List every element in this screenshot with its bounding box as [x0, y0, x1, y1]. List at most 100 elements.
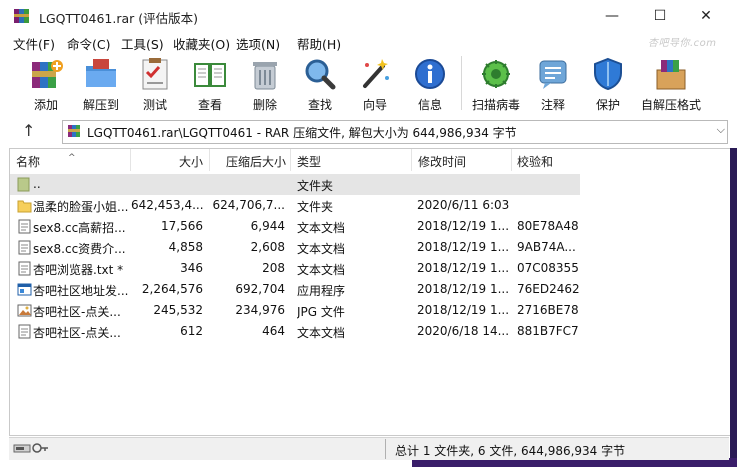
rar-archive-icon — [68, 125, 80, 137]
address-bar: ↑ LGQTT0461.rar\LGQTT0461 - RAR 压缩文件, 解包… — [0, 117, 737, 145]
maximize-button[interactable]: ☐ — [637, 0, 683, 32]
delete-button[interactable]: 删除 — [241, 54, 289, 114]
extract-to-label: 解压到 — [82, 98, 119, 112]
file-size: 612 — [180, 324, 203, 338]
table-row[interactable]: .. 文件夹 — [10, 174, 580, 195]
column-size-label: 大小 — [178, 155, 203, 169]
file-size: 2,264,576 — [141, 282, 203, 296]
add-button[interactable]: 添加 — [22, 54, 70, 114]
info-button[interactable]: 信息 — [406, 54, 454, 114]
file-modified: 2018/12/19 1... — [417, 219, 510, 233]
comment-button[interactable]: 注释 — [529, 54, 577, 114]
file-type: 文件夹 — [297, 200, 334, 214]
file-type: JPG 文件 — [297, 305, 345, 319]
file-type: 文本文档 — [297, 242, 346, 256]
file-crc: 9AB74A... — [517, 240, 576, 254]
column-name-header[interactable]: 名称 ^ — [10, 149, 130, 171]
view-button[interactable]: 查看 — [186, 54, 234, 114]
file-type: 文本文档 — [297, 326, 346, 340]
menu-file[interactable]: 文件(F) — [13, 34, 55, 53]
watermark-text: 杏吧导你.com — [648, 38, 717, 49]
chevron-down-icon[interactable]: ⌵ — [717, 123, 725, 137]
up-arrow-icon[interactable]: ↑ — [22, 121, 35, 140]
menu-commands[interactable]: 命令(C) — [67, 34, 110, 53]
file-name: 杏吧社区地址发... — [33, 284, 128, 298]
virus-scan-icon — [482, 60, 510, 88]
table-row[interactable]: 杏吧社区地址发... 2,264,576 692,704 应用程序 2018/1… — [10, 279, 580, 300]
file-packed-size: 464 — [262, 324, 285, 338]
virus-scan-label: 扫描病毒 — [471, 98, 520, 112]
table-row[interactable]: sex8.cc资费介... 4,858 2,608 文本文档 2018/12/1… — [10, 237, 580, 258]
file-size: 642,453,4... — [131, 198, 203, 212]
sfx-label: 自解压格式 — [640, 98, 701, 112]
column-type-header[interactable]: 类型 — [291, 149, 411, 171]
table-row[interactable]: sex8.cc高薪招... 17,566 6,944 文本文档 2018/12/… — [10, 216, 580, 237]
virus-scan-button[interactable]: 扫描病毒 — [468, 54, 524, 114]
wizard-button[interactable]: 向导 — [351, 54, 399, 114]
file-modified: 2020/6/11 6:03 — [417, 198, 510, 212]
menu-favorites[interactable]: 收藏夹(O) — [173, 34, 230, 53]
menu-options[interactable]: 选项(N) — [236, 34, 280, 53]
test-button[interactable]: 测试 — [131, 54, 179, 114]
view-book-icon — [194, 63, 226, 87]
file-name: sex8.cc高薪招... — [33, 221, 126, 235]
file-size: 346 — [180, 261, 203, 275]
column-packed-header[interactable]: 压缩后大小 — [210, 149, 290, 171]
file-type: 文本文档 — [297, 263, 346, 277]
column-modified-header[interactable]: 修改时间 — [412, 149, 511, 171]
winrar-app-icon — [14, 9, 29, 23]
protect-shield-icon — [594, 57, 622, 91]
file-packed-size: 234,976 — [235, 303, 285, 317]
file-list: 名称 ^ 大小 压缩后大小 类型 修改时间 校验和 .. 文件夹 温柔的脸蛋小姐… — [9, 148, 731, 436]
table-row[interactable]: 温柔的脸蛋小姐... 642,453,4... 624,706,7... 文件夹… — [10, 195, 580, 216]
find-button[interactable]: 查找 — [296, 54, 344, 114]
sort-ascending-icon: ^ — [68, 153, 76, 163]
sfx-box-icon — [656, 60, 686, 90]
column-size-header[interactable]: 大小 — [131, 149, 209, 171]
status-summary: 总计 1 文件夹, 6 文件, 644,986,934 字节 — [395, 444, 626, 458]
table-row[interactable]: 杏吧社区-点关... 245,532 234,976 JPG 文件 2018/1… — [10, 300, 580, 321]
file-modified: 2018/12/19 1... — [417, 303, 510, 317]
file-modified: 2020/6/18 14... — [417, 324, 510, 338]
status-bar: 总计 1 文件夹, 6 文件, 644,986,934 字节 — [9, 437, 729, 460]
close-button[interactable]: ✕ — [683, 0, 729, 32]
column-packed-label: 压缩后大小 — [225, 155, 286, 169]
drive-key-icon[interactable] — [13, 441, 49, 455]
path-text: LGQTT0461.rar\LGQTT0461 - RAR 压缩文件, 解包大小… — [87, 126, 517, 140]
file-crc: 80E78A48 — [517, 219, 579, 233]
protect-button[interactable]: 保护 — [584, 54, 632, 114]
title-bar: LGQTT0461.rar (评估版本) — ☐ ✕ — [0, 0, 737, 32]
file-crc: 2716BE78 — [517, 303, 579, 317]
minimize-button[interactable]: — — [589, 0, 635, 32]
file-packed-size: 6,944 — [250, 219, 285, 233]
column-crc-label: 校验和 — [517, 155, 554, 169]
protect-label: 保护 — [595, 98, 620, 112]
column-crc-header[interactable]: 校验和 — [512, 149, 580, 171]
file-size: 4,858 — [168, 240, 203, 254]
test-clipboard-icon — [142, 58, 168, 90]
file-crc: 76ED2462 — [517, 282, 579, 296]
info-label: 信息 — [417, 98, 442, 112]
status-divider — [385, 439, 386, 459]
column-type-label: 类型 — [297, 155, 322, 169]
extract-to-button[interactable]: 解压到 — [77, 54, 125, 114]
table-row[interactable]: 杏吧社区-点关... 612 464 文本文档 2020/6/18 14... … — [10, 321, 580, 342]
sfx-button[interactable]: 自解压格式 — [638, 54, 704, 114]
image-file-icon — [17, 304, 32, 317]
toolbar: 添加 解压到 测试 查看 删除 查找 向导 信息 扫描病毒 注释 保护 自解压格… — [0, 52, 737, 116]
folder-icon — [17, 200, 32, 213]
view-label: 查看 — [197, 98, 222, 112]
file-type: 文件夹 — [297, 179, 334, 193]
menu-tools[interactable]: 工具(S) — [121, 34, 164, 53]
file-modified: 2018/12/19 1... — [417, 282, 510, 296]
delete-label: 删除 — [252, 98, 277, 112]
file-name: 杏吧浏览器.txt * — [33, 263, 124, 277]
file-modified: 2018/12/19 1... — [417, 261, 510, 275]
add-label: 添加 — [33, 98, 58, 112]
menu-help[interactable]: 帮助(H) — [297, 34, 341, 53]
path-field[interactable]: LGQTT0461.rar\LGQTT0461 - RAR 压缩文件, 解包大小… — [62, 120, 728, 144]
text-file-icon — [18, 240, 31, 255]
application-icon — [17, 283, 32, 296]
table-row[interactable]: 杏吧浏览器.txt * 346 208 文本文档 2018/12/19 1...… — [10, 258, 580, 279]
parent-folder-icon — [17, 177, 30, 192]
